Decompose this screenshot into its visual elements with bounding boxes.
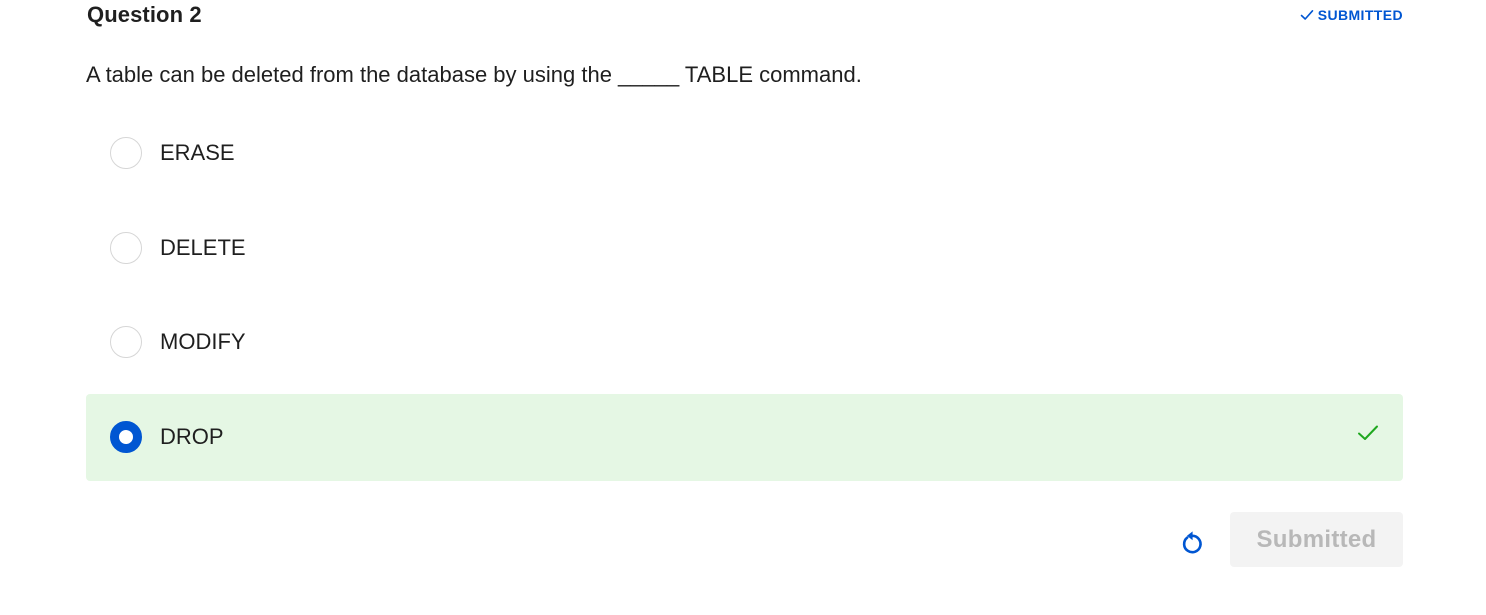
submitted-status: SUBMITTED (1300, 7, 1403, 23)
quiz-question: Question 2 SUBMITTED A table can be dele… (86, 0, 1403, 615)
option-label: MODIFY (160, 329, 246, 354)
checkmark-icon (1300, 8, 1314, 22)
option-delete[interactable]: DELETE (86, 205, 1403, 292)
option-label: DELETE (160, 234, 246, 260)
reset-icon (1178, 528, 1206, 556)
question-footer: Submitted (1172, 512, 1403, 567)
radio-button[interactable] (110, 326, 142, 358)
status-label: SUBMITTED (1317, 7, 1403, 23)
question-prompt: A table can be deleted from the database… (86, 62, 862, 87)
correct-check-icon (1355, 420, 1381, 446)
submitted-button[interactable]: Submitted (1230, 512, 1403, 567)
radio-button[interactable] (110, 231, 142, 264)
question-header: Question 2 SUBMITTED (86, 0, 1403, 32)
option-label: ERASE (160, 140, 235, 165)
radio-button[interactable] (110, 137, 142, 169)
question-title: Question 2 (87, 2, 202, 27)
option-drop[interactable]: DROP (86, 393, 1403, 481)
option-label: DROP (160, 423, 224, 449)
answer-options: ERASE DELETE MODIFY DROP (86, 110, 1403, 488)
reset-button[interactable] (1172, 522, 1212, 562)
option-erase[interactable]: ERASE (86, 110, 1403, 197)
radio-button-selected[interactable] (110, 420, 142, 453)
option-modify[interactable]: MODIFY (86, 299, 1403, 386)
